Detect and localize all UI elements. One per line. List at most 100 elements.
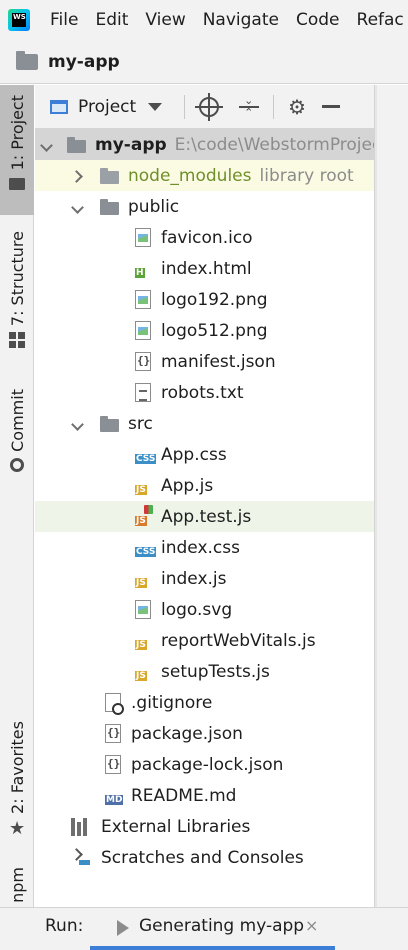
tab-project[interactable]: 1: Project: [0, 85, 34, 215]
json-file-icon: [135, 352, 151, 371]
tree-row-file[interactable]: JS App.test.js: [35, 501, 374, 532]
json-file-icon: [105, 724, 121, 743]
tree-row-file[interactable]: JS setupTests.js: [35, 656, 374, 687]
root-folder-path: E:\code\WebstormProjec: [174, 134, 374, 155]
menu-bar: WS File Edit View Navigate Code Refac: [0, 0, 408, 40]
tree-row-file[interactable]: JS reportWebVitals.js: [35, 625, 374, 656]
tree-row-file[interactable]: package-lock.json: [35, 749, 374, 780]
node-modules-label: node_modules: [128, 165, 252, 186]
file-label: logo512.png: [161, 320, 268, 341]
right-tool-strip: [374, 85, 408, 907]
folder-icon: [100, 415, 120, 433]
tree-row-root[interactable]: my-app E:\code\WebstormProjec: [35, 129, 374, 160]
file-label: README.md: [131, 785, 237, 806]
tree-row-file[interactable]: robots.txt: [35, 377, 374, 408]
tree-row-file[interactable]: manifest.json: [35, 346, 374, 377]
run-tab[interactable]: Generating my-app ×: [90, 908, 335, 950]
vertical-scrollbar[interactable]: [375, 85, 377, 907]
structure-icon: [9, 332, 25, 349]
tree-row-external-libraries[interactable]: External Libraries: [35, 811, 374, 842]
chevron-down-icon[interactable]: [72, 418, 84, 430]
file-label: App.js: [161, 475, 214, 496]
play-icon: [117, 920, 129, 936]
scratches-icon: [71, 849, 93, 867]
file-label: reportWebVitals.js: [161, 630, 316, 651]
project-view-selector[interactable]: Project: [78, 97, 136, 117]
run-tab-label: Generating my-app: [139, 916, 305, 936]
html-file-icon: H: [135, 268, 145, 278]
markdown-file-icon: MD: [105, 795, 124, 805]
tree-row-file[interactable]: favicon.ico: [35, 222, 374, 253]
tree-row-file[interactable]: logo512.png: [35, 315, 374, 346]
project-toolbar: Project ⌄ ⌃ ⚙: [35, 85, 374, 129]
folder-icon: [16, 50, 38, 70]
webstorm-logo-icon: WS: [8, 9, 30, 31]
tree-row-file[interactable]: JS index.js: [35, 563, 374, 594]
tree-row-src[interactable]: src: [35, 408, 374, 439]
tree-row-file[interactable]: CSS index.css: [35, 532, 374, 563]
commit-icon: [10, 457, 24, 472]
image-file-icon: [135, 290, 151, 309]
run-tool-bar: Run: Generating my-app ×: [0, 907, 408, 950]
menu-code[interactable]: Code: [296, 10, 340, 30]
tab-favorites[interactable]: 2: Favorites ★: [0, 717, 34, 839]
chevron-down-icon[interactable]: [72, 201, 84, 213]
minimize-icon[interactable]: [322, 105, 341, 108]
css-file-icon: CSS: [135, 547, 157, 557]
menu-view[interactable]: View: [145, 10, 185, 30]
tree-row-public[interactable]: public: [35, 191, 374, 222]
text-file-icon: [135, 383, 151, 402]
root-folder-name: my-app: [95, 134, 167, 155]
collapse-all-icon[interactable]: ⌄ ⌃: [239, 95, 260, 118]
run-label: Run:: [45, 916, 84, 936]
js-file-icon: JS: [135, 671, 147, 681]
star-icon: ★: [9, 817, 26, 839]
tree-row-scratches[interactable]: Scratches and Consoles: [35, 842, 374, 873]
external-libraries-label: External Libraries: [101, 816, 251, 837]
chevron-down-icon[interactable]: [148, 102, 163, 111]
tab-commit-label: Commit: [7, 389, 27, 452]
menu-file[interactable]: File: [50, 10, 78, 30]
js-file-icon: JS: [135, 485, 147, 495]
tree-row-file[interactable]: JS App.js: [35, 470, 374, 501]
tree-row-file[interactable]: MD README.md: [35, 780, 374, 811]
tree-row-file[interactable]: logo192.png: [35, 284, 374, 315]
project-tree: my-app E:\code\WebstormProjec node_modul…: [35, 129, 374, 907]
folder-icon: [100, 167, 120, 185]
chevron-right-icon[interactable]: [72, 170, 84, 182]
image-file-icon: [135, 228, 151, 247]
project-view-icon: [50, 99, 68, 114]
tree-row-file[interactable]: CSS App.css: [35, 439, 374, 470]
chevron-down-icon[interactable]: [41, 139, 53, 151]
tab-npm-label: npm: [7, 867, 27, 903]
tree-row-file[interactable]: logo.svg: [35, 594, 374, 625]
folder-icon: [100, 198, 120, 216]
tree-row-file[interactable]: H index.html: [35, 253, 374, 284]
menu-navigate[interactable]: Navigate: [203, 10, 279, 30]
css-file-icon: CSS: [135, 454, 157, 464]
image-file-icon: [135, 600, 151, 619]
tree-row-node-modules[interactable]: node_modules library root: [35, 160, 374, 191]
gear-icon[interactable]: ⚙: [288, 97, 306, 117]
toolbar-divider: [273, 94, 275, 119]
tab-structure[interactable]: 7: Structure: [0, 225, 34, 349]
file-label: index.css: [161, 537, 240, 558]
locate-file-icon[interactable]: [195, 92, 224, 121]
file-label: App.test.js: [161, 506, 252, 527]
tab-commit[interactable]: Commit: [0, 383, 34, 472]
json-file-icon: [105, 755, 121, 774]
menu-refactor[interactable]: Refac: [357, 10, 404, 30]
library-icon: [71, 817, 93, 836]
tree-row-file[interactable]: .gitignore: [35, 687, 374, 718]
breadcrumb-project[interactable]: my-app: [48, 52, 120, 72]
active-tab-indicator: [90, 946, 335, 950]
image-file-icon: [135, 321, 151, 340]
folder-label: src: [128, 413, 153, 434]
file-label: App.css: [161, 444, 227, 465]
file-label: logo.svg: [161, 599, 233, 620]
navigation-bar: my-app: [0, 40, 408, 84]
js-file-icon: JS: [135, 640, 147, 650]
close-icon[interactable]: ×: [305, 916, 318, 935]
menu-edit[interactable]: Edit: [95, 10, 128, 30]
tree-row-file[interactable]: package.json: [35, 718, 374, 749]
